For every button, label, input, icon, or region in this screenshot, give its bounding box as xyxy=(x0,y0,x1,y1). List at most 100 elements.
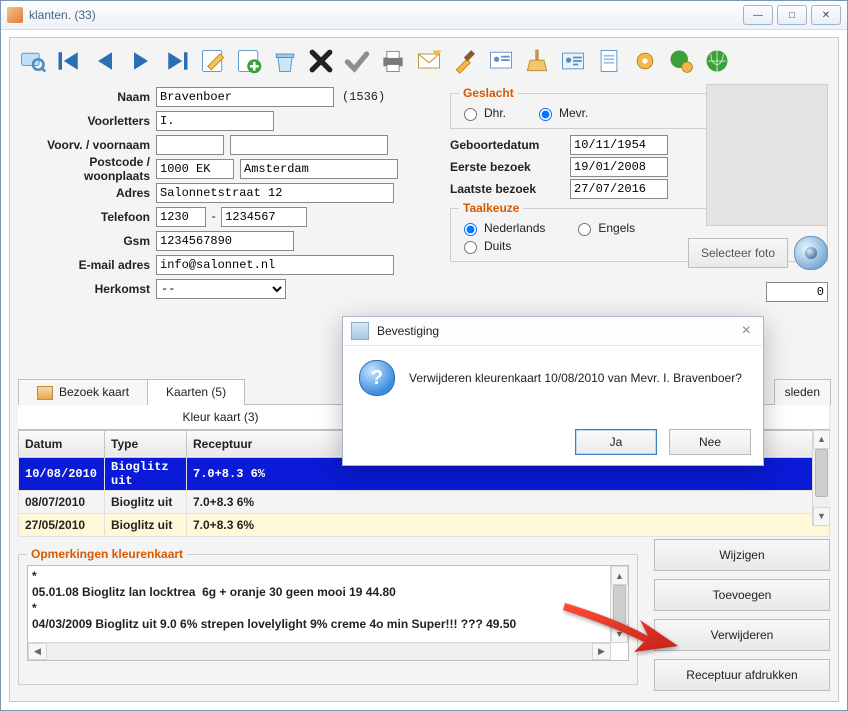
nee-button[interactable]: Nee xyxy=(669,429,751,455)
dialog-close-button[interactable]: × xyxy=(738,322,755,340)
first-button[interactable] xyxy=(52,44,86,78)
scroll-up-icon[interactable]: ▲ xyxy=(813,430,830,449)
remarks-hscroll[interactable]: ◀ ▶ xyxy=(28,642,611,660)
geslacht-legend: Geslacht xyxy=(459,86,518,100)
doc-button[interactable] xyxy=(592,44,626,78)
tel-area-field[interactable] xyxy=(156,207,206,227)
cell-type: Bioglitz uit xyxy=(105,457,187,490)
verwijderen-button[interactable]: Verwijderen xyxy=(654,619,830,651)
customer-id: (1536) xyxy=(342,90,385,104)
herkomst-select[interactable]: -- xyxy=(156,279,286,299)
geboorte-field[interactable] xyxy=(570,135,668,155)
eerste-field[interactable] xyxy=(570,157,668,177)
voorv-label: Voorv. / voornaam xyxy=(20,138,156,152)
geboorte-label: Geboortedatum xyxy=(450,138,570,152)
receptuur-button[interactable]: Receptuur afdrukken xyxy=(654,659,830,691)
ja-button[interactable]: Ja xyxy=(575,429,657,455)
card-button[interactable] xyxy=(484,44,518,78)
naam-field[interactable] xyxy=(156,87,334,107)
last-button[interactable] xyxy=(160,44,194,78)
scroll-down-icon[interactable]: ▼ xyxy=(611,624,628,643)
voorletters-field[interactable] xyxy=(156,111,274,131)
globe-gear-button[interactable] xyxy=(664,44,698,78)
cell-receptuur: 7.0+8.3 6% xyxy=(187,513,830,536)
camera-button[interactable] xyxy=(794,236,828,270)
de-radio[interactable]: Duits xyxy=(459,238,511,254)
voornaam-field[interactable] xyxy=(230,135,388,155)
recycle-button[interactable] xyxy=(268,44,302,78)
prev-button[interactable] xyxy=(88,44,122,78)
plaats-field[interactable] xyxy=(240,159,398,179)
app-icon xyxy=(7,7,23,23)
dialog-icon xyxy=(351,322,369,340)
remarks-text-area[interactable]: * 05.01.08 Bioglitz lan locktrea 6g + or… xyxy=(27,565,629,661)
scroll-thumb[interactable] xyxy=(613,585,626,625)
clean-button[interactable] xyxy=(520,44,554,78)
col-type[interactable]: Type xyxy=(105,430,187,457)
gsm-field[interactable] xyxy=(156,231,294,251)
delete-button[interactable] xyxy=(304,44,338,78)
en-radio[interactable]: Engels xyxy=(573,220,635,236)
tab-overflow[interactable]: sleden xyxy=(774,379,831,405)
kortnr-field[interactable] xyxy=(766,282,828,302)
remarks-group: Opmerkingen kleurenkaart * 05.01.08 Biog… xyxy=(18,547,638,685)
app-window: klanten. (33) — □ ✕ xyxy=(0,0,848,711)
add-button[interactable] xyxy=(232,44,266,78)
voorv-field[interactable] xyxy=(156,135,224,155)
id-button[interactable] xyxy=(556,44,590,78)
postcode-field[interactable] xyxy=(156,159,234,179)
adres-field[interactable] xyxy=(156,183,394,203)
adres-label: Adres xyxy=(20,186,156,200)
tab-kaarten[interactable]: Kaarten (5) xyxy=(147,379,245,405)
mail-button[interactable] xyxy=(412,44,446,78)
mevr-radio[interactable]: Mevr. xyxy=(534,105,588,121)
minimize-button[interactable]: — xyxy=(743,5,773,25)
scroll-down-icon[interactable]: ▼ xyxy=(813,507,830,526)
gsm-label: Gsm xyxy=(20,234,156,248)
nl-radio[interactable]: Nederlands xyxy=(459,220,545,236)
laatste-field[interactable] xyxy=(570,179,668,199)
question-icon: ? xyxy=(359,360,395,396)
print-button[interactable] xyxy=(376,44,410,78)
tel-num-field[interactable] xyxy=(221,207,307,227)
remarks-vscroll[interactable]: ▲ ▼ xyxy=(610,566,628,643)
scroll-left-icon[interactable]: ◀ xyxy=(28,643,47,660)
naam-label: Naam xyxy=(20,90,156,104)
dialog-message: Verwijderen kleurenkaart 10/08/2010 van … xyxy=(409,371,742,385)
globe-button[interactable] xyxy=(700,44,734,78)
scroll-thumb[interactable] xyxy=(815,449,828,497)
taal-legend: Taalkeuze xyxy=(459,201,523,215)
email-field[interactable] xyxy=(156,255,394,275)
maximize-button[interactable]: □ xyxy=(777,5,807,25)
col-datum[interactable]: Datum xyxy=(19,430,105,457)
cell-datum: 08/07/2010 xyxy=(19,490,105,513)
voorletters-label: Voorletters xyxy=(20,114,156,128)
camera-icon xyxy=(805,247,817,259)
scroll-up-icon[interactable]: ▲ xyxy=(611,566,628,585)
content-pane: Naam (1536) Voorletters Voorv. / voornaam… xyxy=(9,37,839,702)
dhr-radio[interactable]: Dhr. xyxy=(459,105,506,121)
window-title: klanten. (33) xyxy=(29,8,96,22)
toevoegen-button[interactable]: Toevoegen xyxy=(654,579,830,611)
select-photo-button[interactable]: Selecteer foto xyxy=(688,238,788,268)
table-row[interactable]: 08/07/2010Bioglitz uit7.0+8.3 6% xyxy=(19,490,830,513)
email-label: E-mail adres xyxy=(20,258,156,272)
tab-bezoekkaart[interactable]: Bezoek kaart xyxy=(18,379,148,405)
search-button[interactable] xyxy=(16,44,50,78)
table-row[interactable]: 27/05/2010Bioglitz uit7.0+8.3 6% xyxy=(19,513,830,536)
scroll-right-icon[interactable]: ▶ xyxy=(592,643,611,660)
dash: - xyxy=(206,210,221,224)
herkomst-label: Herkomst xyxy=(20,282,156,296)
next-button[interactable] xyxy=(124,44,158,78)
close-button[interactable]: ✕ xyxy=(811,5,841,25)
gear-button[interactable] xyxy=(628,44,662,78)
photo-slot xyxy=(706,84,828,226)
ok-button[interactable] xyxy=(340,44,374,78)
cell-datum: 10/08/2010 xyxy=(19,457,105,490)
grid-scrollbar[interactable]: ▲ ▼ xyxy=(812,430,830,526)
wijzigen-button[interactable]: Wijzigen xyxy=(654,539,830,571)
laatste-label: Laatste bezoek xyxy=(450,182,570,196)
brush-button[interactable] xyxy=(448,44,482,78)
dialog-title: Bevestiging xyxy=(377,324,439,338)
edit-button[interactable] xyxy=(196,44,230,78)
